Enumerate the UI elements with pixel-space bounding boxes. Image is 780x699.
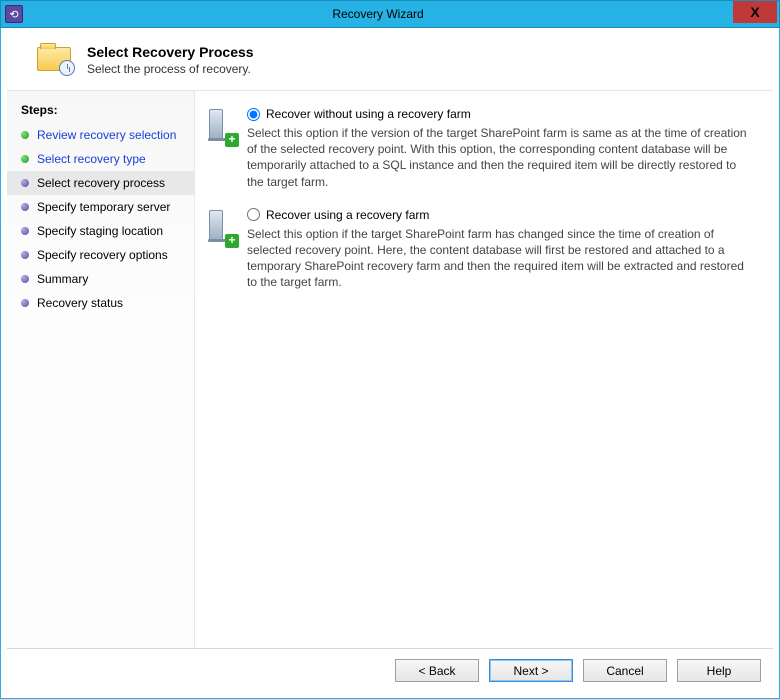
back-button[interactable]: < Back — [395, 659, 479, 682]
step-bullet-icon — [21, 179, 29, 187]
page-title: Select Recovery Process — [87, 44, 254, 60]
steps-sidebar: Steps: Review recovery selection Select r… — [7, 91, 195, 648]
page-subtitle: Select the process of recovery. — [87, 62, 254, 76]
recovery-option-label[interactable]: Recover using a recovery farm — [266, 208, 429, 222]
window-title: Recovery Wizard — [23, 7, 733, 21]
step-recovery-status: Recovery status — [7, 291, 194, 315]
recovery-option-desc: Select this option if the version of the… — [247, 125, 755, 190]
steps-title: Steps: — [7, 99, 194, 123]
step-select-recovery-type[interactable]: Select recovery type — [7, 147, 194, 171]
step-select-recovery-process: Select recovery process — [7, 171, 194, 195]
close-button[interactable]: X — [733, 1, 777, 23]
step-label: Recovery status — [37, 296, 123, 310]
step-bullet-icon — [21, 275, 29, 283]
help-button[interactable]: Help — [677, 659, 761, 682]
server-add-icon: + — [209, 109, 237, 145]
window-body: Select Recovery Process Select the proce… — [0, 28, 780, 699]
wizard-header: Select Recovery Process Select the proce… — [7, 34, 773, 91]
step-label: Select recovery type — [37, 152, 146, 166]
step-specify-recovery-options: Specify recovery options — [7, 243, 194, 267]
step-label: Specify temporary server — [37, 200, 170, 214]
recovery-option-radio[interactable] — [247, 108, 260, 121]
step-bullet-icon — [21, 203, 29, 211]
step-label: Specify recovery options — [37, 248, 168, 262]
cancel-button[interactable]: Cancel — [583, 659, 667, 682]
recovery-option: + Recover without using a recovery farm Se… — [209, 107, 755, 190]
recovery-option: + Recover using a recovery farm Select thi… — [209, 208, 755, 291]
recovery-folder-icon — [37, 44, 73, 74]
recovery-option-radio[interactable] — [247, 208, 260, 221]
step-specify-temporary-server: Specify temporary server — [7, 195, 194, 219]
step-label: Review recovery selection — [37, 128, 176, 142]
step-bullet-icon — [21, 299, 29, 307]
app-icon: ⟲ — [5, 5, 23, 23]
titlebar: ⟲ Recovery Wizard X — [0, 0, 780, 28]
step-review-recovery-selection[interactable]: Review recovery selection — [7, 123, 194, 147]
step-label: Select recovery process — [37, 176, 165, 190]
recovery-option-label[interactable]: Recover without using a recovery farm — [266, 107, 471, 121]
next-button[interactable]: Next > — [489, 659, 573, 682]
step-bullet-icon — [21, 227, 29, 235]
step-label: Summary — [37, 272, 88, 286]
step-bullet-icon — [21, 251, 29, 259]
step-bullet-icon — [21, 155, 29, 163]
step-label: Specify staging location — [37, 224, 163, 238]
wizard-footer: < Back Next > Cancel Help — [7, 648, 773, 692]
server-add-icon: + — [209, 210, 237, 246]
step-bullet-icon — [21, 131, 29, 139]
step-specify-staging-location: Specify staging location — [7, 219, 194, 243]
recovery-option-desc: Select this option if the target SharePo… — [247, 226, 755, 291]
main-panel: + Recover without using a recovery farm Se… — [195, 91, 773, 648]
step-summary: Summary — [7, 267, 194, 291]
